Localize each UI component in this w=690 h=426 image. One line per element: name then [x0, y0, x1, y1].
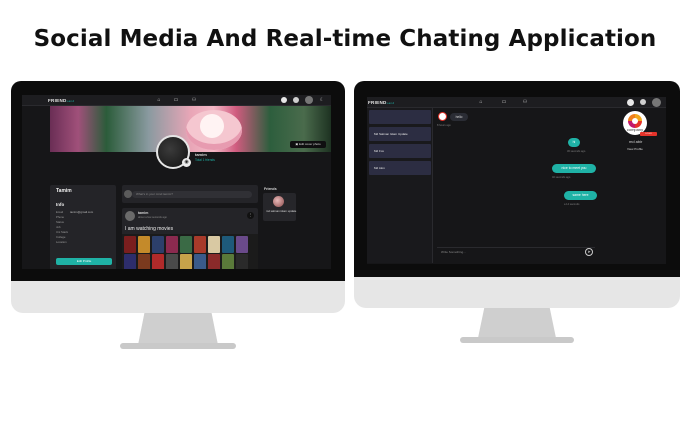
movie-poster — [166, 254, 178, 269]
chat-item-label: Md Salman Islam Update — [374, 132, 408, 136]
movie-poster — [152, 236, 164, 253]
message-incoming: hello — [450, 113, 468, 121]
chat-list-item[interactable]: Md Fox — [369, 144, 431, 158]
cake-face — [200, 114, 224, 138]
info-label: Location — [56, 240, 67, 244]
avatar[interactable] — [273, 196, 284, 207]
brand-logo[interactable]: FRIENDLand — [368, 100, 394, 105]
movie-poster — [180, 236, 192, 253]
movie-poster — [138, 254, 150, 269]
info-label: College — [56, 235, 66, 239]
logo-tag: LOGO — [640, 132, 657, 136]
friend-name[interactable]: md salman islam update — [266, 209, 296, 213]
left-monitor-neck — [138, 313, 218, 345]
chat-item-label: Md Fox — [374, 149, 385, 153]
left-screen: FRIENDLand ⌂ ▭ ⚇ ☾ ▣ Edit cover photo ◉ … — [22, 95, 331, 269]
movie-poster — [222, 236, 234, 253]
contact-name: md abir — [629, 139, 643, 144]
info-value: tamim@gmail.com — [70, 210, 94, 214]
right-monitor-base — [460, 337, 574, 343]
movie-poster — [208, 254, 220, 269]
message-outgoing: hi — [568, 138, 580, 147]
chat-item-label: Md Alon — [374, 166, 385, 170]
avatar — [438, 112, 447, 121]
video-icon[interactable]: ▭ — [501, 100, 507, 105]
brand-logo[interactable]: FRIENDLand — [48, 98, 74, 103]
post-image[interactable] — [122, 234, 258, 269]
moon-icon[interactable]: ☾ — [319, 98, 325, 103]
profile-name: tamim — [195, 152, 207, 157]
right-monitor: FRIENDLand ⌂ ▭ ⚇ Md Salman Islam Update … — [354, 81, 680, 343]
post-time: about a few seconds ago — [138, 216, 167, 219]
chat-list-item[interactable]: Md Salman Islam Update — [369, 127, 431, 141]
movie-poster — [138, 236, 150, 253]
message-time: 40 seconds ago — [552, 176, 571, 179]
left-monitor: FRIENDLand ⌂ ▭ ⚇ ☾ ▣ Edit cover photo ◉ … — [11, 81, 345, 349]
logo-hole — [632, 118, 638, 124]
friend-count[interactable]: Total 1 friends — [195, 158, 215, 162]
home-icon[interactable]: ⌂ — [478, 100, 484, 105]
right-topbar: FRIENDLand ⌂ ▭ ⚇ — [367, 97, 666, 108]
home-icon[interactable]: ⌂ — [156, 98, 162, 103]
movie-poster — [180, 254, 192, 269]
message-time: a 14 seconds — [564, 203, 580, 206]
page: Social Media And Real-time Chating Appli… — [0, 0, 690, 426]
messenger-icon[interactable] — [281, 97, 287, 103]
chat-list-item[interactable] — [369, 110, 431, 124]
message-outgoing: nice to meet you — [552, 164, 596, 173]
movie-poster — [194, 254, 206, 269]
post-input[interactable]: What's in your mind tamim? — [132, 191, 252, 198]
movie-poster — [194, 236, 206, 253]
group-icon[interactable]: ⚇ — [191, 98, 197, 103]
messenger-icon[interactable] — [627, 99, 634, 106]
info-label: Job — [56, 225, 61, 229]
left-topbar: FRIENDLand ⌂ ▭ ⚇ ☾ — [22, 95, 331, 106]
info-label: Phone — [56, 215, 65, 219]
view-profile-link[interactable]: View Profile — [627, 147, 643, 151]
movie-poster — [152, 254, 164, 269]
message-time: 30 seconds ago — [567, 150, 586, 153]
cover-photo — [50, 106, 331, 152]
friends-title: Friends — [264, 187, 277, 191]
avatar — [124, 190, 132, 198]
bell-icon[interactable] — [293, 97, 299, 103]
camera-icon[interactable]: ◉ — [182, 158, 191, 167]
movie-poster — [208, 236, 220, 253]
avatar[interactable] — [305, 96, 313, 104]
movie-poster — [124, 254, 136, 269]
page-headline: Social Media And Real-time Chating Appli… — [33, 26, 657, 52]
left-monitor-chin — [11, 281, 345, 313]
right-screen: FRIENDLand ⌂ ▭ ⚇ Md Salman Islam Update … — [367, 97, 666, 264]
info-heading: Info — [56, 202, 65, 207]
avatar[interactable] — [125, 211, 135, 221]
chat-list-item[interactable]: Md Alon — [369, 161, 431, 175]
message-input[interactable]: Write Something... — [441, 250, 466, 254]
video-icon[interactable]: ▭ — [173, 98, 179, 103]
right-monitor-neck — [478, 308, 556, 338]
bell-icon[interactable] — [640, 99, 646, 105]
more-icon[interactable]: ⋮ — [247, 212, 254, 219]
info-label: Email — [56, 210, 63, 214]
movie-poster — [124, 236, 136, 253]
movie-poster — [236, 236, 248, 253]
avatar[interactable] — [652, 98, 661, 107]
info-label: Status — [56, 220, 64, 224]
message-time: 8 hours ago — [437, 124, 451, 127]
left-monitor-base — [120, 343, 236, 349]
edit-profile-button[interactable]: Edit Profile — [56, 258, 112, 265]
message-outgoing: same here — [564, 191, 597, 200]
right-monitor-chin — [354, 277, 680, 308]
post-text: I am watching movies — [125, 226, 174, 232]
info-user: Tamim — [56, 188, 72, 194]
movie-poster — [222, 254, 234, 269]
chat-list: Md Salman Islam Update Md Fox Md Alon — [367, 108, 433, 263]
post-user[interactable]: tamim — [138, 211, 148, 215]
group-icon[interactable]: ⚇ — [522, 100, 528, 105]
info-label: Uni Stack — [56, 230, 68, 234]
movie-poster — [166, 236, 178, 253]
send-icon[interactable]: ➤ — [585, 248, 593, 256]
movie-poster — [236, 254, 248, 269]
edit-cover-button[interactable]: ▣ Edit cover photo — [290, 141, 326, 148]
